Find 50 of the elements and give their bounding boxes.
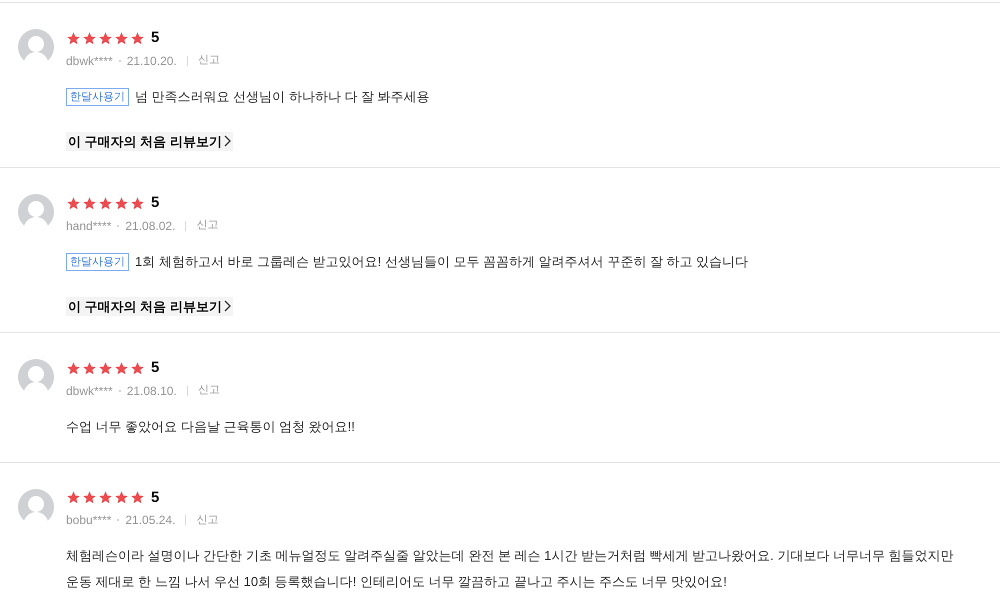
star-icon [130,490,145,506]
star-icon [98,196,113,211]
review-text: 수업 너무 좋았어요 다음날 근육통이 엄청 왔어요!! [66,418,355,436]
review-text: 1회 체험하고서 바로 그룹레슨 받고있어요! 선생님들이 모두 꼼꼼하게 알려주셔서 꾸준히 잘 하고 있습니다 [135,252,748,270]
star-icon [114,30,129,46]
star-icon [130,360,145,376]
reviewer-name: bobu**** [66,512,112,529]
reviewer-name: dbwk**** [66,382,113,400]
avatar-icon [18,488,54,524]
star-icon [130,30,145,46]
avatar-icon [18,194,54,230]
review-date: 21.08.10. [126,382,177,400]
star-icon [66,490,81,506]
report-link[interactable]: 신고 [196,512,218,528]
tag-label: 한달사용기 [66,88,129,106]
report-link[interactable]: 신고 [196,217,218,234]
reviewer-name: dbwk**** [66,52,113,70]
star-icon [98,490,113,506]
report-link[interactable]: 신고 [198,382,220,399]
report-link[interactable]: 신고 [198,52,220,69]
star-icon [82,196,97,211]
star-icon [114,196,129,211]
rating-score: 5 [151,358,160,378]
star-icon [114,490,129,506]
review-date: 21.10.20. [126,52,177,70]
star-icon [114,360,129,376]
reviewer-name: hand**** [66,218,112,234]
rating-score: 5 [151,488,160,508]
star-icon [66,196,81,211]
chevron-right-icon [224,135,231,148]
star-icon [66,30,81,46]
first-review-link[interactable]: 이 구매자의 처음 리뷰보기 [66,132,233,151]
review-text: 넘 만족스러워요 선생님이 하나하나 다 잘 봐주세용 [135,88,430,106]
first-review-link[interactable]: 이 구매자의 처음 리뷰보기 [66,296,233,316]
star-icon [98,30,113,46]
chevron-right-icon [224,300,231,312]
star-icon [98,360,113,376]
star-icon [82,30,97,46]
review-date: 21.05.24. [125,512,176,529]
avatar-icon [18,29,54,65]
tag-label: 한달사용기 [66,252,129,270]
review-text: 체험레슨이라 설명이나 간단한 기초 메뉴얼정도 알려주실줄 알았는데 완전 본 레슨 1시간 받는거처럼 빡세게 받고나왔어요. 기대보다 너무너무 힘들었지만 운동 제대로 한 느낌 나서 우선 10회 등록했습니다! 인테리어도 너무 깔끔하고 끝나고 주시는 주스도 너무 맛있어요! [66,547,955,591]
avatar-icon [18,359,54,395]
star-icon [66,360,81,376]
star-icon [130,196,145,211]
rating-score: 5 [151,193,160,213]
star-icon [82,490,97,506]
review-date: 21.08.02. [125,218,176,234]
star-icon [82,360,97,376]
rating-score: 5 [151,28,160,48]
